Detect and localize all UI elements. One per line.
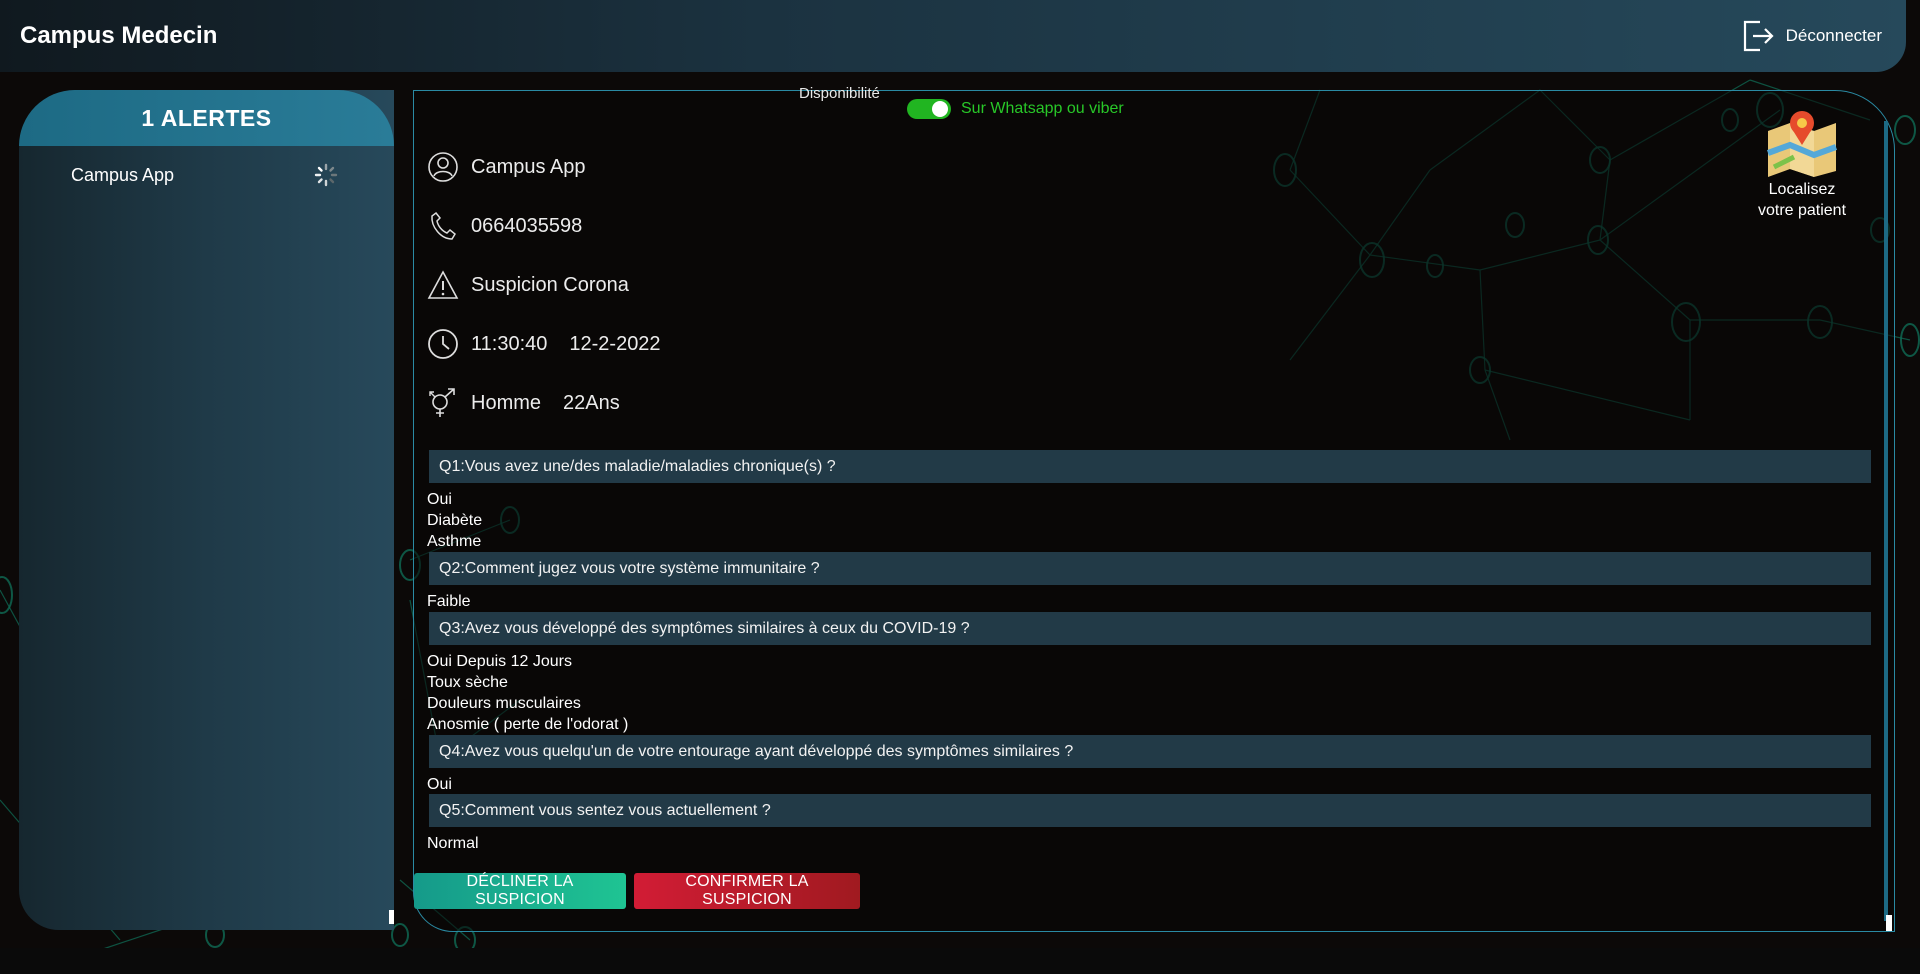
question-3-answer-2: Toux sèche (427, 674, 508, 691)
availability-label: Disponibilité (799, 85, 880, 102)
patient-age: 22Ans (563, 391, 620, 414)
gender-icon (429, 388, 455, 417)
alert-time: 11:30:40 (471, 332, 548, 355)
question-4-answer-1: Oui (427, 776, 452, 793)
question-4: Q4:Avez vous quelqu'un de votre entourag… (429, 735, 1871, 768)
patient-gender: Homme (471, 391, 542, 414)
question-3-answer-3: Douleurs musculaires (427, 695, 581, 712)
question-1-block: Q1:Vous avez une/des maladie/maladies ch… (427, 450, 1871, 552)
logout-label: Déconnecter (1785, 26, 1882, 45)
spinner-icon (314, 163, 338, 187)
question-1-answer-1: Oui (427, 491, 452, 508)
availability-toggle[interactable] (907, 99, 951, 119)
map-icon (1766, 111, 1838, 177)
question-3-block: Q3:Avez vous développé des symptômes sim… (427, 612, 1871, 735)
user-icon (428, 152, 458, 182)
suspicion-type: Suspicion Corona (471, 273, 629, 296)
logout-button[interactable]: Déconnecter (1740, 18, 1882, 54)
question-3-answer-1: Oui Depuis 12 Jours (427, 653, 572, 670)
question-2-answer-1: Faible (427, 593, 471, 610)
panel-resize-handle[interactable] (389, 910, 394, 924)
warning-icon (427, 270, 459, 299)
alert-date: 12-2-2022 (569, 332, 661, 355)
question-1-answer-3: Asthme (427, 533, 482, 550)
phone-row: 0664035598 (427, 210, 582, 242)
question-5: Q5:Comment vous sentez vous actuellement… (429, 794, 1871, 827)
locate-patient-button[interactable]: Localisez votre patient (1752, 109, 1852, 221)
question-5-answer-1: Normal (427, 835, 479, 852)
alert-item-label: Campus App (71, 164, 175, 185)
clock-icon (428, 329, 458, 359)
suspicion-row: Suspicion Corona (427, 269, 629, 301)
question-1: Q1:Vous avez une/des maladie/maladies ch… (429, 450, 1871, 483)
app-title: Campus Medecin (20, 22, 218, 49)
question-3: Q3:Avez vous développé des symptômes sim… (429, 612, 1871, 645)
decline-suspicion-button[interactable]: DÉCLINER LA SUSPICION (414, 873, 626, 909)
patient-name-row: Campus App (427, 151, 586, 183)
alerts-header: 1 ALERTES (19, 90, 394, 146)
alerts-panel: 1 ALERTES Campus App (19, 90, 394, 930)
top-app-bar: Campus Medecin Déconnecter (0, 0, 1906, 72)
confirm-suspicion-button[interactable]: CONFIRMER LA SUSPICION (634, 873, 860, 909)
question-2-block: Q2:Comment jugez vous votre système immu… (427, 552, 1871, 612)
question-2: Q2:Comment jugez vous votre système immu… (429, 552, 1871, 585)
bottom-strip (0, 948, 1920, 974)
phone-icon (431, 211, 456, 240)
availability-toggle-group: Sur Whatsapp ou viber (907, 99, 1124, 119)
question-5-block: Q5:Comment vous sentez vous actuellement… (427, 794, 1871, 854)
gender-age-row: Homme 22Ans (427, 387, 620, 419)
question-4-block: Q4:Avez vous quelqu'un de votre entourag… (427, 735, 1871, 795)
question-3-answer-4: Anosmie ( perte de l'odorat ) (427, 716, 629, 733)
patient-name: Campus App (471, 155, 586, 178)
datetime-row: 11:30:40 12-2-2022 (427, 328, 661, 360)
question-1-answer-2: Diabète (427, 512, 483, 529)
alert-item[interactable]: Campus App (19, 146, 394, 188)
logout-icon (1743, 20, 1774, 52)
card-resize-handle[interactable] (1886, 915, 1892, 931)
patient-phone: 0664035598 (471, 214, 583, 237)
locate-patient-label: Localisez votre patient (1757, 181, 1847, 219)
availability-toggle-text: Sur Whatsapp ou viber (961, 100, 1124, 117)
card-scrollbar[interactable] (1884, 121, 1888, 921)
alert-detail-card: Disponibilité Sur Whatsapp ou viber Loca… (413, 85, 1895, 932)
